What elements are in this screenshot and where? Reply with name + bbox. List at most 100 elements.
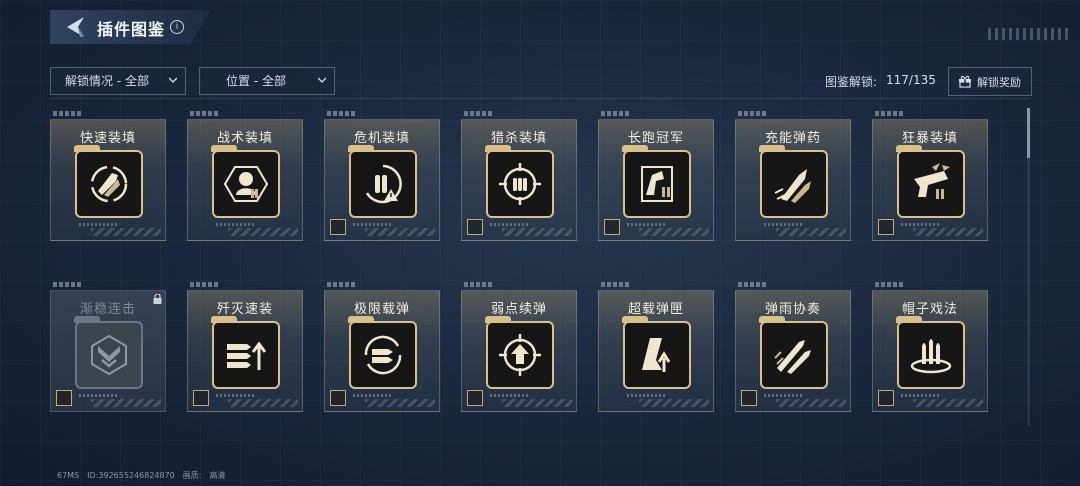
card-stripe	[365, 399, 435, 407]
charged-ammo-icon	[774, 169, 811, 203]
card-stripe	[91, 228, 161, 236]
plugin-badge-icon	[741, 390, 757, 406]
card-stripe	[228, 399, 298, 407]
info-icon[interactable]: i	[170, 20, 184, 34]
plugin-name: 帽子戏法	[901, 302, 958, 317]
card-tag	[53, 282, 83, 287]
card-stats	[764, 223, 804, 226]
card-stripe	[776, 228, 846, 236]
divider	[50, 98, 1030, 99]
plugin-badge-icon	[193, 390, 209, 406]
plugin-badge-icon	[878, 219, 894, 235]
plugin-card-locked[interactable]: 渐稳连击	[50, 282, 166, 412]
quality-label: 画质:	[182, 471, 202, 480]
card-stats	[764, 394, 804, 397]
chevron-down-icon	[318, 77, 326, 83]
position-filter[interactable]: 位置 - 全部	[199, 67, 335, 95]
decorative-pattern	[988, 28, 1068, 40]
card-tag	[464, 282, 494, 287]
plugin-name: 充能弹药	[764, 131, 821, 146]
steady-combo-icon	[91, 334, 127, 376]
frenzy-reload-icon	[914, 163, 950, 199]
plugin-badge-icon	[467, 219, 483, 235]
plugin-name: 狂暴装填	[901, 131, 958, 146]
plugin-icon-frame	[74, 145, 143, 218]
plugin-name: 弱点续弹	[490, 302, 547, 317]
plugin-icon-frame	[896, 316, 965, 389]
plugin-icon-frame	[211, 145, 280, 218]
plugin-card[interactable]: 危机装填	[324, 111, 440, 241]
unlock-status-filter-label: 解锁情况 - 全部	[65, 74, 149, 88]
marathon-champion-icon	[641, 166, 673, 202]
annihilation-reload-icon	[227, 341, 267, 370]
plugin-icon-frame	[759, 145, 828, 218]
plugin-card[interactable]: 长跑冠军	[598, 111, 714, 241]
card-stats	[490, 223, 530, 226]
card-stripe	[502, 399, 572, 407]
card-stats	[627, 223, 667, 226]
gift-icon	[959, 75, 971, 88]
plugin-name: 极限载弹	[353, 302, 410, 317]
hat-trick-icon	[910, 339, 952, 374]
card-stats	[216, 223, 256, 226]
lock-icon	[153, 294, 162, 304]
card-stats	[216, 394, 256, 397]
card-stripe	[639, 399, 709, 407]
card-tag	[190, 111, 220, 116]
card-stats	[79, 394, 119, 397]
plugin-card[interactable]: 狂暴装填	[872, 111, 988, 241]
plugin-icon-frame	[759, 316, 828, 389]
plugin-card[interactable]: 猎杀装填	[461, 111, 577, 241]
plugin-badge-icon	[878, 390, 894, 406]
card-stats	[901, 394, 941, 397]
card-stripe	[913, 399, 983, 407]
card-tag	[738, 111, 768, 116]
fast-reload-icon	[90, 165, 128, 203]
plugin-card[interactable]: 弹雨协奏	[735, 282, 851, 412]
plugin-badge-icon	[330, 390, 346, 406]
card-stripe	[228, 228, 298, 236]
plugin-name: 弹雨协奏	[764, 302, 821, 317]
bullet-rain-icon	[774, 340, 811, 374]
plugin-icon-frame	[896, 145, 965, 218]
card-tag	[464, 111, 494, 116]
card-tag	[601, 282, 631, 287]
collection-unlock-count: 117/135	[886, 73, 936, 87]
tactical-reload-icon	[223, 166, 269, 202]
plugin-name: 歼灭速装	[216, 302, 273, 317]
plugin-card[interactable]: 弱点续弹	[461, 282, 577, 412]
card-stats	[353, 394, 393, 397]
plugin-badge-icon	[604, 219, 620, 235]
card-stripe	[639, 228, 709, 236]
plugin-card[interactable]: 战术装填	[187, 111, 303, 241]
unlock-status-filter[interactable]: 解锁情况 - 全部	[50, 67, 186, 95]
plugin-name: 战术装填	[216, 131, 273, 146]
unlock-reward-button[interactable]: 解锁奖励	[948, 67, 1032, 96]
card-stats	[490, 394, 530, 397]
plugin-icon-frame	[622, 316, 691, 389]
plugin-card[interactable]: 快速装填	[50, 111, 166, 241]
plugin-name: 渐稳连击	[79, 302, 136, 317]
plugin-name: 长跑冠军	[627, 131, 684, 146]
card-stats	[79, 223, 119, 226]
player-id-text: ID:392655246824870	[87, 471, 175, 480]
position-filter-label: 位置 - 全部	[226, 74, 286, 88]
status-footer: 67MS ID:392655246824870 画质: 高清	[57, 470, 233, 481]
plugin-badge-icon	[467, 390, 483, 406]
plugin-card[interactable]: 歼灭速装	[187, 282, 303, 412]
scrollbar-thumb[interactable]	[1027, 108, 1030, 158]
plugin-icon-frame	[348, 316, 417, 389]
back-arrow-icon[interactable]	[62, 14, 88, 40]
plugin-card[interactable]: 充能弹药	[735, 111, 851, 241]
card-stripe	[365, 228, 435, 236]
plugin-card[interactable]: 极限载弹	[324, 282, 440, 412]
crisis-reload-icon	[365, 164, 402, 204]
card-tag	[875, 282, 905, 287]
hunt-reload-icon	[499, 163, 541, 205]
page-title: 插件图鉴	[97, 20, 166, 39]
card-tag	[327, 111, 357, 116]
plugin-name: 超载弹匣	[627, 302, 684, 317]
plugin-card[interactable]: 超载弹匣	[598, 282, 714, 412]
plugin-card[interactable]: 帽子戏法	[872, 282, 988, 412]
weakpoint-refill-icon	[499, 334, 541, 376]
